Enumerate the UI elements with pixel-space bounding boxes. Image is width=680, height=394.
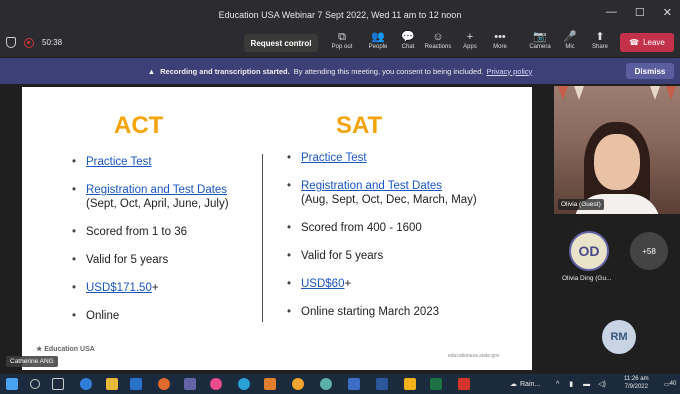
list-item: Online starting March 2023 [287,305,527,319]
app-icon[interactable] [348,378,360,390]
phone-hangup-icon: ☎ [629,38,640,47]
slide-footer-url: educationusa.state.gov [448,353,500,359]
sat-list: Practice Test Registration and Test Date… [287,151,527,319]
list-item: Online [72,309,257,323]
mic-button[interactable]: 🎤 Mic [554,30,586,56]
recording-icon [24,37,34,48]
list-item: Registration and Test Dates(Sept, Oct, A… [72,183,257,211]
file-explorer-icon[interactable] [106,378,118,390]
task-view-icon[interactable] [52,378,64,390]
list-item: Registration and Test Dates(Aug, Sept, O… [287,179,527,207]
people-button[interactable]: 👥 People [362,30,394,56]
people-icon: 👥 [371,31,385,43]
list-item: USD$60+ [287,277,527,291]
act-registration-link[interactable]: Registration and Test Dates [86,184,227,196]
apps-button[interactable]: + Apps [454,30,486,56]
mic-off-icon: 🎤 [563,31,577,43]
educationusa-logo: ★ Education USA [36,346,95,353]
start-icon[interactable] [6,378,18,390]
chevron-up-icon[interactable]: ^ [556,381,559,388]
popout-button[interactable]: ⧉ Pop out [326,30,358,56]
act-heading: ACT [114,112,164,139]
recording-banner: ▲ Recording and transcription started. B… [0,58,680,84]
dismiss-button[interactable]: Dismiss [626,63,674,79]
chat-button[interactable]: 💬 Chat [392,30,424,56]
maximize-button[interactable]: ☐ [635,6,645,19]
volume-icon[interactable]: ◁) [598,380,606,388]
video-participant-name: Olivia (Guest) [558,199,604,210]
avatar-od[interactable]: OD [569,231,609,271]
notification-center[interactable]: ▭ 40 [664,374,676,394]
participant-video-tile[interactable] [554,86,680,214]
meeting-timer: 50:38 [42,38,63,47]
shield-icon [6,37,16,48]
chat-icon: 💬 [401,31,415,43]
presenter-name-chip: Catherine ANG [6,356,58,367]
list-item: Scored from 1 to 36 [72,225,257,239]
excel-icon[interactable] [430,378,442,390]
act-fee-link[interactable]: USD$171.50 [86,282,152,294]
list-item: Valid for 5 years [287,249,527,263]
window-controls: — ☐ ✕ [606,6,672,19]
chrome-icon[interactable] [292,378,304,390]
reactions-icon: ☺ [432,31,444,43]
star-icon: ★ [36,346,43,353]
app-icon[interactable] [238,378,250,390]
list-item: Practice Test [287,151,527,165]
outlook-icon[interactable] [130,378,142,390]
act-practice-test-link[interactable]: Practice Test [86,156,152,168]
teams-icon[interactable] [184,378,196,390]
camera-button[interactable]: 📷 Camera [524,30,556,56]
usb-icon[interactable]: ▮ [569,380,573,388]
battery-icon[interactable]: ▬ [583,381,590,388]
list-item: USD$171.50+ [72,281,257,295]
apps-icon: + [466,31,474,43]
sat-registration-link[interactable]: Registration and Test Dates [301,180,442,192]
window-title: Education USA Webinar 7 Sept 2022, Wed 1… [218,9,462,20]
list-item: Scored from 400 - 1600 [287,221,527,235]
leave-button[interactable]: ☎ Leave [620,33,674,52]
participant-face [594,134,640,190]
system-tray: ^ ▮ ▬ ◁) [556,374,606,394]
weather-icon: ☁ [510,381,517,388]
reactions-button[interactable]: ☺ Reactions [422,30,454,56]
act-list: Practice Test Registration and Test Date… [72,155,257,323]
camera-off-icon: 📷 [533,31,547,43]
banner-bold-text: Recording and transcription started. [160,66,290,76]
column-divider [262,154,263,322]
more-icon: ••• [494,31,506,43]
share-icon: ⬆ [595,31,605,43]
list-item: Practice Test [72,155,257,169]
sat-heading: SAT [336,112,383,139]
close-button[interactable]: ✕ [663,6,672,19]
banner-text: By attending this meeting, you consent t… [293,66,484,76]
app-icon[interactable] [210,378,222,390]
privacy-policy-link[interactable]: Privacy policy [486,67,532,76]
warning-icon: ▲ [147,66,156,76]
minimize-button[interactable]: — [606,6,617,19]
popout-icon: ⧉ [338,31,346,43]
more-button[interactable]: ••• More [484,30,516,56]
avatar-od-name: Olivia Ding (Gu... [562,275,612,282]
edge-icon[interactable] [80,378,92,390]
list-item: Valid for 5 years [72,253,257,267]
window-titlebar: Education USA Webinar 7 Sept 2022, Wed 1… [0,0,680,29]
sticky-notes-icon[interactable] [404,378,416,390]
app-icon[interactable] [158,378,170,390]
app-icon[interactable] [264,378,276,390]
share-button[interactable]: ⬆ Share [584,30,616,56]
sat-practice-test-link[interactable]: Practice Test [301,152,367,164]
weather-widget[interactable]: ☁ Rain... [510,374,540,394]
word-icon[interactable] [376,378,388,390]
app-icon[interactable] [320,378,332,390]
meeting-status: 50:38 [6,37,62,48]
search-icon[interactable] [30,379,40,389]
taskbar-clock[interactable]: 11:26 am 7/9/2022 [624,375,649,391]
request-control-button[interactable]: Request control [244,34,318,52]
avatar-rm[interactable]: RM [602,320,636,354]
more-participants-button[interactable]: +58 [630,232,668,270]
acrobat-icon[interactable] [458,378,470,390]
sat-fee-link[interactable]: USD$60 [301,278,344,290]
